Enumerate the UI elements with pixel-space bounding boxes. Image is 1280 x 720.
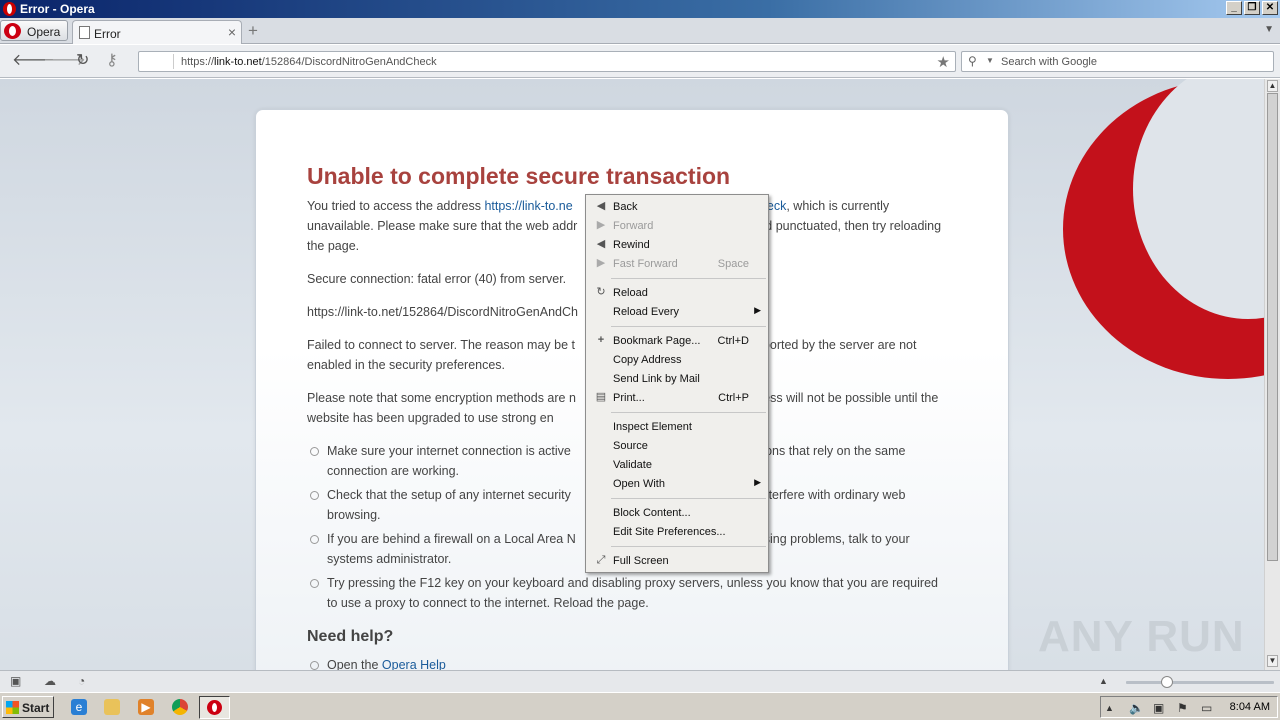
zoom-up-icon[interactable]: ▲: [1099, 676, 1108, 686]
menu-item-edit-site-preferences[interactable]: Edit Site Preferences...: [586, 522, 768, 541]
menu-item-validate[interactable]: Validate: [586, 455, 768, 474]
system-tray: ▲ 🔈 ▣ ⚑ ▭ 8:04 AM: [1100, 696, 1278, 718]
status-bar: ▣ ☁ ◔ ▲: [0, 670, 1280, 692]
anyrun-watermark: ANY RUN: [1038, 612, 1245, 661]
opera-logo-icon: [4, 23, 21, 39]
menu-separator: [611, 546, 766, 547]
internet-explorer-icon[interactable]: e: [71, 699, 87, 715]
navigation-bar: 🡐 🡒 ↻ ⚷ https://link-to.net/152864/Disco…: [0, 45, 1280, 78]
tab-close-icon[interactable]: ×: [228, 24, 236, 40]
opera-menu-label: Opera: [27, 25, 61, 39]
folder-icon[interactable]: [104, 699, 120, 715]
opera-taskbar-button[interactable]: [199, 696, 230, 719]
restore-button[interactable]: ❐: [1244, 1, 1260, 15]
key-icon[interactable]: ⚷: [106, 52, 118, 70]
menu-item-reload-every[interactable]: Reload Every ▶: [586, 302, 768, 321]
speed-dial-icon[interactable]: ◔: [78, 675, 92, 687]
windows-taskbar: Start e ▶ ▲ 🔈 ▣ ⚑ ▭ 8:04 AM: [0, 692, 1280, 720]
media-player-icon[interactable]: ▶: [138, 699, 154, 715]
menu-separator: [611, 278, 766, 279]
address-link-start[interactable]: https://link-to.ne: [484, 199, 572, 213]
list-item: Try pressing the F12 key on your keyboar…: [307, 573, 947, 613]
opera-unite-cloud-icon[interactable]: ☁: [44, 675, 58, 687]
opera-app-icon: [3, 2, 16, 16]
address-url: https://link-to.net/152864/DiscordNitroG…: [181, 56, 437, 68]
tab-list-chevron-icon[interactable]: ▼: [1264, 24, 1274, 35]
volume-icon[interactable]: 🔈: [1129, 701, 1144, 715]
network-icon[interactable]: ▣: [1153, 701, 1164, 715]
action-center-flag-icon[interactable]: ⚑: [1177, 701, 1188, 715]
tab-error[interactable]: Error ×: [72, 20, 242, 44]
scroll-thumb[interactable]: [1267, 93, 1278, 561]
window-controls: _ ❐ ✕: [1226, 1, 1278, 15]
scroll-up-icon[interactable]: ▲: [1267, 80, 1278, 92]
search-engine-chevron-icon[interactable]: ▼: [986, 56, 994, 65]
menu-item-reload[interactable]: ↻ Reload: [586, 283, 768, 302]
list-item: Open the Opera Help: [307, 655, 947, 670]
minimize-button[interactable]: _: [1226, 1, 1242, 15]
full-screen-icon: ⤢: [596, 554, 606, 566]
menu-separator: [611, 498, 766, 499]
scroll-down-icon[interactable]: ▼: [1267, 655, 1278, 667]
page-icon: [79, 26, 90, 39]
panel-toggle-icon[interactable]: ▣: [10, 675, 24, 687]
address-field[interactable]: https://link-to.net/152864/DiscordNitroG…: [138, 51, 956, 72]
vertical-scrollbar[interactable]: ▲ ▼: [1264, 79, 1280, 670]
menu-item-send-link[interactable]: Send Link by Mail: [586, 369, 768, 388]
menu-separator: [611, 412, 766, 413]
fast-forward-icon: ▶: [596, 257, 606, 269]
search-placeholder: Search with Google: [1001, 56, 1097, 68]
printer-icon: ▤: [595, 391, 607, 403]
help-heading: Need help?: [307, 628, 394, 645]
window-title: Error - Opera: [20, 2, 95, 16]
chrome-icon[interactable]: [172, 699, 188, 715]
title-bar: Error - Opera _ ❐ ✕: [0, 0, 1280, 18]
bookmark-star-icon[interactable]: ★: [937, 53, 950, 71]
zoom-slider[interactable]: [1126, 681, 1274, 684]
menu-item-copy-address[interactable]: Copy Address: [586, 350, 768, 369]
tray-expand-icon[interactable]: ▲: [1105, 703, 1114, 713]
menu-item-fast-forward[interactable]: ▶ Fast Forward Space: [586, 254, 768, 273]
new-tab-icon[interactable]: +: [248, 22, 258, 39]
windows-logo-icon: [6, 701, 19, 714]
submenu-arrow-icon: ▶: [754, 477, 761, 487]
close-button[interactable]: ✕: [1262, 1, 1278, 15]
menu-item-block-content[interactable]: Block Content...: [586, 503, 768, 522]
help-list: Open the Opera Help: [307, 655, 947, 670]
tab-bar: Opera Error × + ▼: [0, 18, 1280, 44]
clock[interactable]: 8:04 AM: [1230, 701, 1270, 713]
zoom-slider-knob[interactable]: [1161, 676, 1173, 688]
plus-icon: +: [597, 334, 605, 346]
opera-background-logo: [1063, 79, 1264, 379]
menu-item-inspect-element[interactable]: Inspect Element: [586, 417, 768, 436]
context-menu: ◀ Back ▶ Forward ◀ Rewind ▶ Fast Forward Spac…: [585, 194, 769, 573]
reload-icon: ↻: [596, 286, 606, 298]
menu-item-source[interactable]: Source: [586, 436, 768, 455]
menu-item-open-with[interactable]: Open With ▶: [586, 474, 768, 493]
menu-item-rewind[interactable]: ◀ Rewind: [586, 235, 768, 254]
error-heading: Unable to complete secure transaction: [307, 163, 731, 189]
search-icon: ⚲: [968, 54, 977, 68]
tab-label: Error: [94, 27, 121, 41]
menu-item-forward[interactable]: ▶ Forward: [586, 216, 768, 235]
start-button[interactable]: Start: [2, 696, 54, 718]
search-field[interactable]: ⚲ ▼ Search with Google: [961, 51, 1274, 72]
back-icon: ◀: [596, 200, 606, 212]
menu-item-print[interactable]: ▤ Print... Ctrl+P: [586, 388, 768, 407]
reload-icon[interactable]: ↻: [76, 52, 89, 70]
menu-separator: [611, 326, 766, 327]
display-icon[interactable]: ▭: [1201, 701, 1212, 715]
submenu-arrow-icon: ▶: [754, 305, 761, 315]
menu-item-full-screen[interactable]: ⤢ Full Screen: [586, 551, 768, 570]
forward-icon: ▶: [596, 219, 606, 231]
security-badge[interactable]: [142, 54, 174, 69]
menu-item-back[interactable]: ◀ Back: [586, 197, 768, 216]
opera-icon: [207, 700, 222, 715]
menu-item-bookmark-page[interactable]: + Bookmark Page... Ctrl+D: [586, 331, 768, 350]
opera-menu-button[interactable]: Opera: [0, 20, 68, 41]
rewind-icon: ◀: [596, 238, 606, 250]
opera-help-link[interactable]: Opera Help: [382, 658, 446, 670]
